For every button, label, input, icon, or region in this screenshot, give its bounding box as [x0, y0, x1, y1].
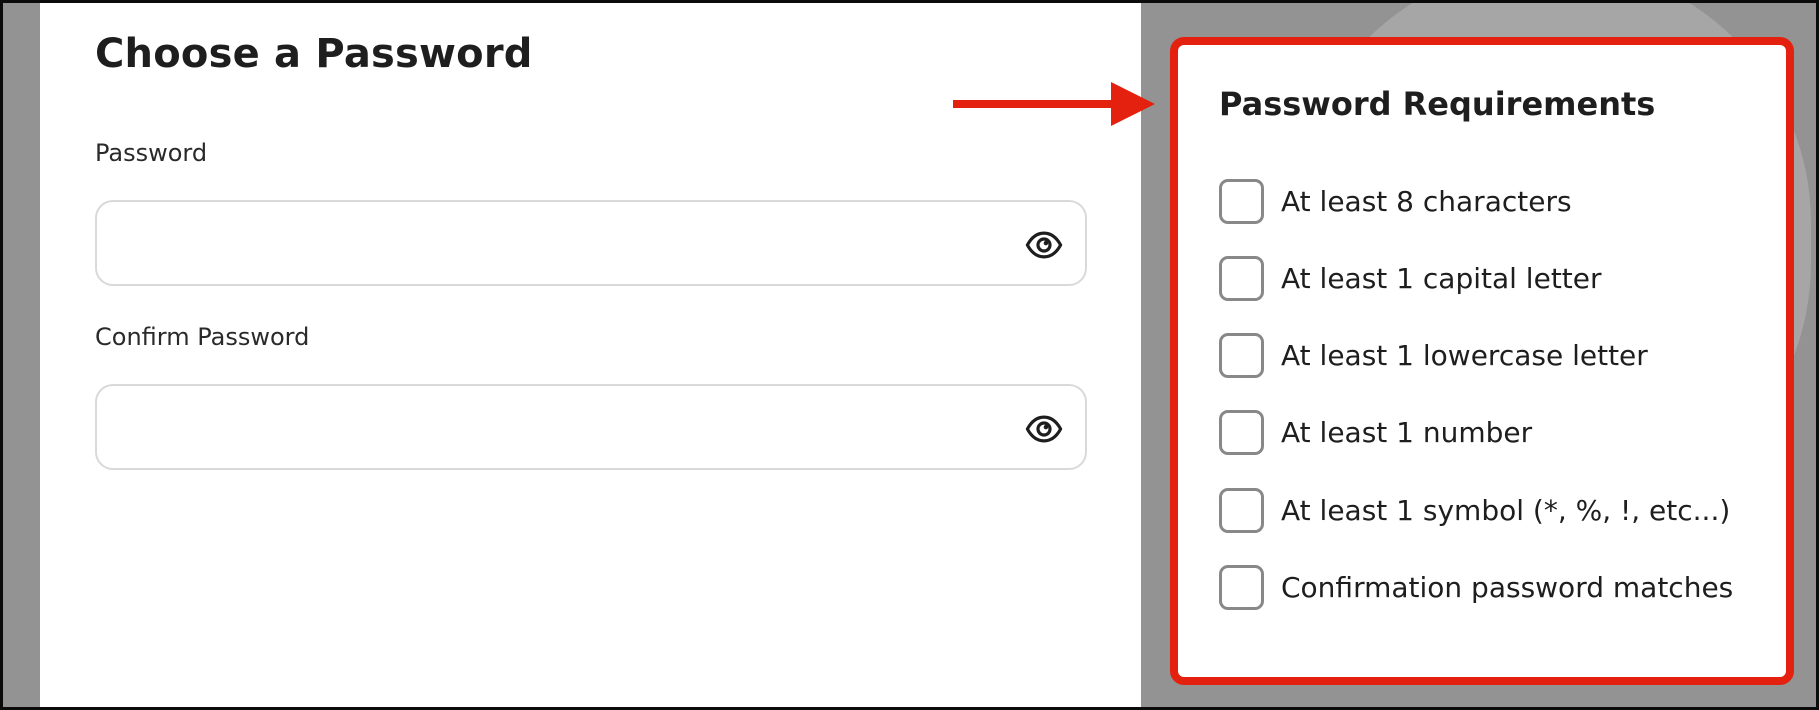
requirement-checkbox[interactable] — [1219, 255, 1264, 301]
requirement-lowercase-letter[interactable]: At least 1 lowercase letter — [1219, 330, 1648, 380]
confirm-password-field[interactable] — [95, 384, 1087, 470]
password-field[interactable] — [95, 200, 1087, 286]
confirm-password-input[interactable] — [97, 386, 1085, 468]
requirement-label: At least 1 number — [1281, 415, 1533, 449]
screenshot-frame: Choose a Password Password Confirm Passw… — [0, 0, 1819, 710]
requirement-checkbox[interactable] — [1219, 487, 1264, 533]
requirement-checkbox[interactable] — [1219, 409, 1264, 455]
requirement-checkbox[interactable] — [1219, 332, 1264, 378]
requirement-confirmation-match[interactable]: Confirmation password matches — [1219, 562, 1733, 612]
requirement-label: At least 1 lowercase letter — [1281, 338, 1648, 372]
password-label: Password — [95, 139, 208, 167]
requirement-symbol[interactable]: At least 1 symbol (*, %, !, etc...) — [1219, 485, 1730, 535]
eye-icon[interactable] — [1025, 226, 1063, 264]
page-title: Choose a Password — [95, 31, 533, 77]
requirements-title: Password Requirements — [1219, 85, 1656, 123]
requirement-capital-letter[interactable]: At least 1 capital letter — [1219, 253, 1602, 303]
confirm-password-label: Confirm Password — [95, 323, 310, 351]
eye-icon[interactable] — [1025, 410, 1063, 448]
requirement-number[interactable]: At least 1 number — [1219, 407, 1532, 457]
requirement-label: Confirmation password matches — [1281, 570, 1734, 604]
requirement-checkbox[interactable] — [1219, 178, 1264, 224]
arrow-right-icon — [953, 82, 1155, 126]
requirement-label: At least 8 characters — [1281, 184, 1572, 218]
password-input[interactable] — [97, 202, 1085, 284]
requirement-label: At least 1 capital letter — [1281, 261, 1602, 295]
requirement-min-length[interactable]: At least 8 characters — [1219, 176, 1572, 226]
requirement-checkbox[interactable] — [1219, 564, 1264, 610]
requirement-label: At least 1 symbol (*, %, !, etc...) — [1281, 493, 1731, 527]
